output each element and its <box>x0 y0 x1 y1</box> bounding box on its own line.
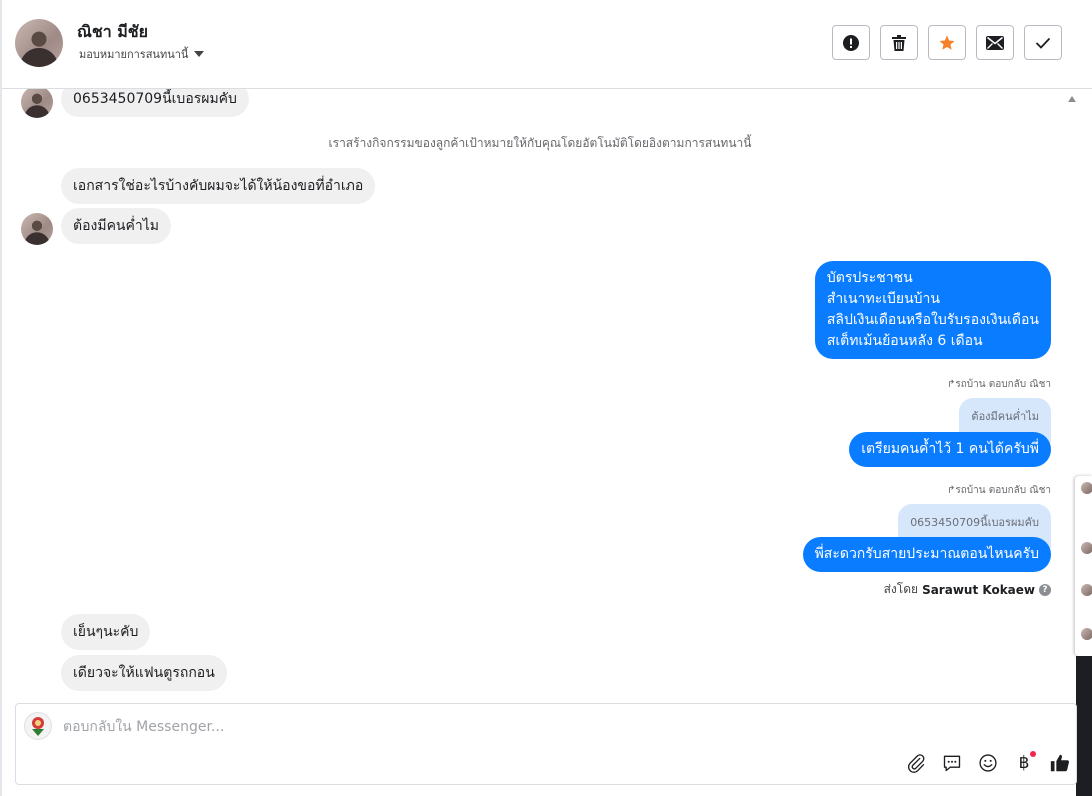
envelope-icon <box>986 35 1004 50</box>
page-avatar <box>24 712 52 740</box>
message-line: สเต็ทเม้นย้อนหลัง 6 เดือน <box>826 333 983 349</box>
conversation-avatar[interactable] <box>1081 584 1092 596</box>
conversation-avatar[interactable] <box>1081 542 1092 554</box>
contact-avatar-small <box>21 213 53 245</box>
reply-meta: ↱รถบ้าน ตอบกลับ ณิชา <box>947 483 1051 498</box>
mark-spam-button[interactable] <box>832 25 870 60</box>
help-icon[interactable]: ? <box>1039 583 1051 596</box>
message-thread[interactable]: 0653450709นี้เบอรผมคับ เราสร้างกิจกรรมขอ… <box>2 89 1078 701</box>
mark-unread-button[interactable] <box>976 25 1014 60</box>
incoming-message[interactable]: เอกสารใช่อะไรบ้างคับผมจะได้ให้น้องขอที่อ… <box>61 168 376 204</box>
thumbs-up-icon <box>1050 754 1069 772</box>
message-line: สลิปเงินเดือนหรือใบรับรองเงินเดือน <box>826 312 1039 328</box>
side-conversation-strip[interactable] <box>1075 476 1092 656</box>
payment-button[interactable]: ฿ <box>1012 751 1036 775</box>
conversation-avatar[interactable] <box>1081 628 1092 640</box>
emoji-button[interactable] <box>976 751 1000 775</box>
alert-icon <box>843 34 859 51</box>
conversation-avatar[interactable] <box>1081 482 1092 494</box>
attach-button[interactable] <box>904 751 928 775</box>
sent-by-prefix: ส่งโดย <box>883 582 919 596</box>
trash-icon <box>892 34 906 51</box>
reply-meta-text: รถบ้าน ตอบกลับ ณิชา <box>955 485 1051 496</box>
baht-icon: ฿ <box>1018 753 1030 773</box>
like-button[interactable] <box>1048 751 1072 775</box>
message-line: บัตรประชาชน <box>826 270 913 286</box>
system-note: เราสร้างกิจกรรมของลูกค้าเป้าหมายให้กับคุ… <box>328 136 752 150</box>
saved-replies-button[interactable] <box>940 751 964 775</box>
incoming-message[interactable]: เย็นๆนะคับ <box>61 614 151 650</box>
assign-label: มอบหมายการสนทนานี้ <box>79 48 189 61</box>
delete-button[interactable] <box>880 25 918 60</box>
incoming-message[interactable]: 0653450709นี้เบอรผมคับ <box>61 89 249 117</box>
star-icon <box>939 35 955 50</box>
checkmark-icon <box>1035 37 1051 49</box>
sent-by: ส่งโดย Sarawut Kokaew ? <box>884 580 1051 599</box>
outgoing-message[interactable]: พี่สะดวกรับสายประมาณตอนไหนครับ <box>802 537 1051 572</box>
assign-conversation-dropdown[interactable]: มอบหมายการสนทนานี้ <box>79 45 205 63</box>
message-line: สำเนาทะเบียนบ้าน <box>826 291 940 307</box>
caret-down-icon <box>194 51 205 57</box>
reply-composer: ฿ <box>15 703 1077 785</box>
paperclip-icon <box>907 754 925 773</box>
conversation-header: ณิชา มีชัย มอบหมายการสนทนานี้ <box>2 0 1092 89</box>
contact-name[interactable]: ณิชา มีชัย <box>77 20 148 45</box>
side-panel-dark <box>1076 656 1092 796</box>
outgoing-message[interactable]: เตรียมคนค้ำไว้ 1 คนได้ครับพี่ <box>849 432 1051 467</box>
page-logo-icon <box>32 717 44 736</box>
mark-done-button[interactable] <box>1024 25 1062 60</box>
reply-meta-text: รถบ้าน ตอบกลับ ณิชา <box>955 379 1051 390</box>
scroll-up-arrow-icon[interactable] <box>1068 96 1076 102</box>
incoming-message[interactable]: ต้องมีคนค่ำไม <box>61 208 171 244</box>
star-button[interactable] <box>928 25 966 60</box>
smiley-icon <box>979 754 997 772</box>
reply-input[interactable] <box>63 717 963 737</box>
sent-by-name: Sarawut Kokaew <box>922 582 1035 597</box>
outgoing-message[interactable]: บัตรประชาชน สำเนาทะเบียนบ้าน สลิปเงินเดื… <box>814 261 1051 359</box>
reply-meta: ↱รถบ้าน ตอบกลับ ณิชา <box>947 377 1051 392</box>
chat-bubble-icon <box>943 755 961 772</box>
notification-dot <box>1030 751 1036 757</box>
incoming-message[interactable]: เดียวจะให้แฟนตูรถกอน <box>61 655 227 691</box>
contact-avatar-small <box>21 89 53 118</box>
contact-avatar[interactable] <box>15 19 63 67</box>
